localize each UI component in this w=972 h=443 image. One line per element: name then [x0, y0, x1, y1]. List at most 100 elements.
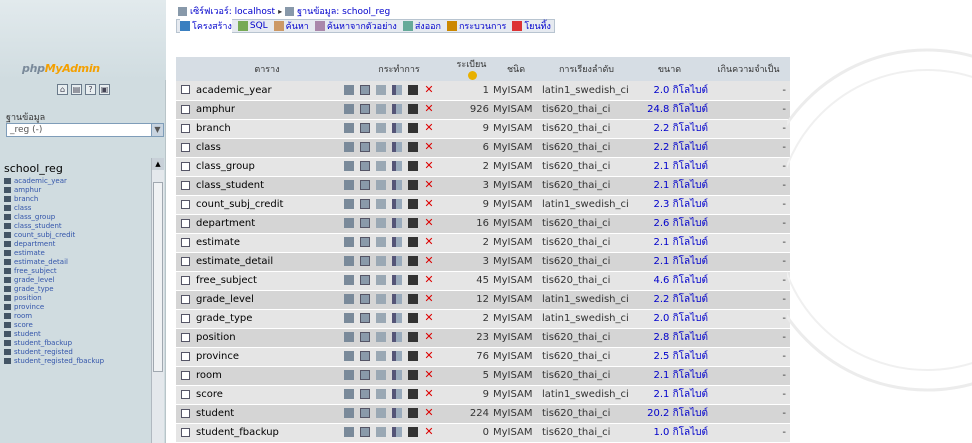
- sidebar-item-room[interactable]: room: [4, 311, 150, 320]
- sidebar-item-province[interactable]: province: [4, 302, 150, 311]
- size-cell[interactable]: 2.1 กิโลไบต์: [631, 366, 711, 386]
- row-checkbox[interactable]: [180, 218, 190, 228]
- browse-icon[interactable]: [344, 313, 354, 323]
- row-checkbox[interactable]: [180, 408, 190, 418]
- table-name[interactable]: score: [194, 385, 338, 405]
- sidebar-item-class[interactable]: class: [4, 203, 150, 212]
- table-icon[interactable]: [4, 348, 11, 355]
- size-cell[interactable]: 20.2 กิโลไบต์: [631, 404, 711, 424]
- tab-query[interactable]: ค้นหาจากตัวอย่าง: [314, 19, 397, 33]
- empty-icon[interactable]: [408, 104, 418, 114]
- table-icon[interactable]: [4, 204, 11, 211]
- table-name[interactable]: branch: [194, 119, 338, 139]
- structure-icon[interactable]: [360, 389, 370, 399]
- sidebar-item-student_fbackup[interactable]: student_fbackup: [4, 338, 150, 347]
- row-checkbox[interactable]: [180, 123, 190, 133]
- empty-icon[interactable]: [408, 237, 418, 247]
- phpmyadmin-logo[interactable]: phpMyAdmin: [22, 62, 100, 75]
- row-checkbox[interactable]: [180, 313, 190, 323]
- empty-icon[interactable]: [408, 275, 418, 285]
- size-cell[interactable]: 2.3 กิโลไบต์: [631, 195, 711, 215]
- row-checkbox[interactable]: [180, 142, 190, 152]
- help-icon[interactable]: [468, 71, 477, 80]
- table-name[interactable]: amphur: [194, 100, 338, 120]
- table-name[interactable]: grade_type: [194, 309, 338, 329]
- header-table[interactable]: ตาราง: [194, 57, 338, 81]
- table-name[interactable]: province: [194, 347, 338, 367]
- browse-icon[interactable]: [344, 427, 354, 437]
- table-name[interactable]: student_fbackup: [194, 423, 338, 443]
- structure-icon[interactable]: [360, 218, 370, 228]
- drop-icon[interactable]: ✕: [424, 426, 434, 437]
- empty-icon[interactable]: [408, 351, 418, 361]
- query-window-icon[interactable]: ▤: [71, 84, 82, 95]
- sidebar-item-department[interactable]: department: [4, 239, 150, 248]
- drop-icon[interactable]: ✕: [424, 160, 434, 171]
- insert-icon[interactable]: [392, 84, 402, 95]
- table-name[interactable]: department: [194, 214, 338, 234]
- insert-icon[interactable]: [392, 104, 402, 114]
- table-name[interactable]: academic_year: [194, 81, 338, 101]
- browse-icon[interactable]: [344, 218, 354, 228]
- breadcrumb-server[interactable]: เซิร์ฟเวอร์: localhost: [190, 4, 275, 18]
- table-name[interactable]: position: [194, 328, 338, 348]
- row-checkbox[interactable]: [180, 275, 190, 285]
- tab-search[interactable]: ค้นหา: [273, 19, 309, 33]
- empty-icon[interactable]: [408, 180, 418, 190]
- size-cell[interactable]: 2.0 กิโลไบต์: [631, 81, 711, 101]
- size-cell[interactable]: 2.2 กิโลไบต์: [631, 290, 711, 310]
- sidebar-item-grade_level[interactable]: grade_level: [4, 275, 150, 284]
- table-name[interactable]: estimate_detail: [194, 252, 338, 272]
- empty-icon[interactable]: [408, 256, 418, 266]
- drop-icon[interactable]: ✕: [424, 350, 434, 361]
- row-checkbox[interactable]: [180, 256, 190, 266]
- nav-scrollbar[interactable]: ▲: [151, 158, 164, 443]
- table-icon[interactable]: [4, 330, 11, 337]
- size-cell[interactable]: 2.2 กิโลไบต์: [631, 119, 711, 139]
- size-cell[interactable]: 2.5 กิโลไบต์: [631, 347, 711, 367]
- row-checkbox[interactable]: [180, 332, 190, 342]
- drop-icon[interactable]: ✕: [424, 103, 434, 114]
- search-icon[interactable]: [376, 218, 386, 228]
- size-cell[interactable]: 4.6 กิโลไบต์: [631, 271, 711, 291]
- structure-icon[interactable]: [360, 427, 370, 437]
- drop-icon[interactable]: ✕: [424, 312, 434, 323]
- table-name[interactable]: student: [194, 404, 338, 424]
- empty-icon[interactable]: [408, 370, 418, 380]
- drop-icon[interactable]: ✕: [424, 141, 434, 152]
- search-icon[interactable]: [376, 427, 386, 437]
- insert-icon[interactable]: [392, 218, 402, 228]
- size-cell[interactable]: 2.2 กิโลไบต์: [631, 138, 711, 158]
- sidebar-item-free_subject[interactable]: free_subject: [4, 266, 150, 275]
- drop-icon[interactable]: ✕: [424, 369, 434, 380]
- row-checkbox[interactable]: [180, 370, 190, 380]
- row-checkbox[interactable]: [180, 161, 190, 171]
- chevron-down-icon[interactable]: ▼: [151, 124, 163, 136]
- insert-icon[interactable]: [392, 123, 402, 133]
- size-cell[interactable]: 2.1 กิโลไบต์: [631, 176, 711, 196]
- row-checkbox[interactable]: [180, 104, 190, 114]
- size-cell[interactable]: 2.1 กิโลไบต์: [631, 233, 711, 253]
- drop-icon[interactable]: ✕: [424, 407, 434, 418]
- table-icon[interactable]: [4, 267, 11, 274]
- empty-icon[interactable]: [408, 294, 418, 304]
- insert-icon[interactable]: [392, 180, 402, 190]
- table-icon[interactable]: [4, 357, 11, 364]
- empty-icon[interactable]: [408, 161, 418, 171]
- structure-icon[interactable]: [360, 332, 370, 342]
- sidebar-item-amphur[interactable]: amphur: [4, 185, 150, 194]
- size-cell[interactable]: 2.6 กิโลไบต์: [631, 214, 711, 234]
- breadcrumb-database[interactable]: ฐานข้อมูล: school_reg: [297, 4, 390, 18]
- database-select[interactable]: _reg (-) ▼: [6, 123, 164, 137]
- table-icon[interactable]: [4, 276, 11, 283]
- browse-icon[interactable]: [344, 275, 354, 285]
- drop-icon[interactable]: ✕: [424, 198, 434, 209]
- tab-sql[interactable]: SQL: [237, 21, 268, 31]
- empty-icon[interactable]: [408, 332, 418, 342]
- table-icon[interactable]: [4, 231, 11, 238]
- insert-icon[interactable]: [392, 389, 402, 399]
- structure-icon[interactable]: [360, 161, 370, 171]
- browse-icon[interactable]: [344, 142, 354, 152]
- table-icon[interactable]: [4, 285, 11, 292]
- drop-icon[interactable]: ✕: [424, 274, 434, 285]
